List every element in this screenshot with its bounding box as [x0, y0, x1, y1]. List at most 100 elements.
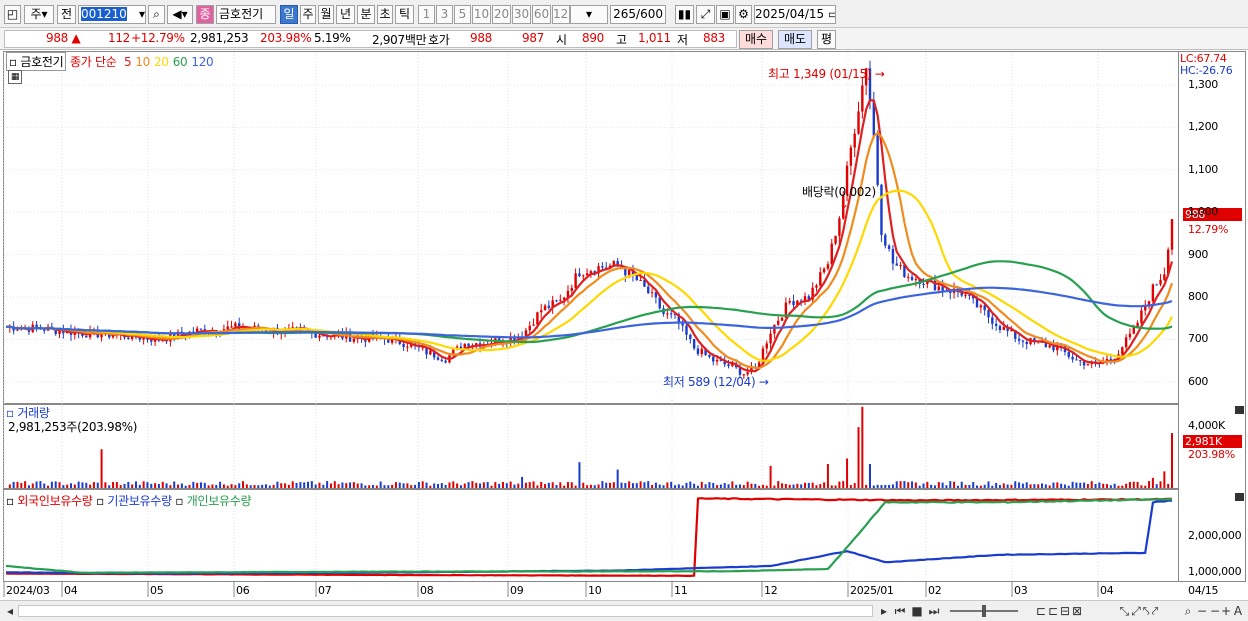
save-icon[interactable]: ▣: [716, 5, 734, 24]
volume-bar: [27, 485, 30, 488]
gear-icon[interactable]: ⚙: [735, 5, 752, 24]
date-field[interactable]: 2025/04/15 ▭: [754, 5, 836, 24]
volume-bar: [119, 485, 122, 488]
interval-dropdown[interactable]: ▾: [570, 5, 608, 24]
count-field[interactable]: 265/600: [610, 5, 666, 24]
date-value: 2025/04/15: [755, 7, 825, 21]
candle-body: [440, 359, 444, 361]
interval-2[interactable]: 5: [454, 5, 471, 24]
volume-bar: [96, 482, 99, 488]
chart-area[interactable]: ▫ 금호전기 종가 단순 5 10 20 60 120 ▦ LC:67.74 HC:-2…: [0, 51, 1248, 599]
volume-bar: [498, 483, 501, 488]
volume-bar: [284, 483, 287, 488]
stock-name-field[interactable]: 금호전기: [216, 5, 276, 24]
window-icon[interactable]: ◰: [4, 5, 21, 24]
candle-body: [1140, 310, 1143, 323]
volume-bar: [1044, 484, 1047, 488]
volume-bar: [73, 484, 76, 488]
volume-bar: [215, 484, 218, 488]
candle-body: [1025, 341, 1028, 345]
ma-period-10[interactable]: 10: [135, 55, 150, 69]
volume-bar: [838, 481, 841, 488]
x-label-4: 07: [318, 584, 332, 597]
volume-bar: [1106, 484, 1109, 488]
kind-select[interactable]: 주▾: [24, 5, 54, 24]
period-5[interactable]: 초: [377, 5, 393, 24]
volume-bar: [930, 484, 933, 488]
volume-bar: [391, 484, 394, 488]
period-0[interactable]: 일: [280, 5, 298, 24]
period-3[interactable]: 년: [336, 5, 355, 24]
interval-6[interactable]: 60: [532, 5, 551, 24]
code-input[interactable]: 001210 ▾: [78, 5, 146, 24]
period-6[interactable]: 틱: [395, 5, 414, 24]
volume-close-icon[interactable]: [1235, 406, 1244, 414]
sell-button[interactable]: 매도: [778, 30, 812, 49]
draw-icons[interactable]: ⤡⤢⤣⤤: [1100, 604, 1180, 619]
volume-bar: [1102, 483, 1105, 488]
volume-bar: [1140, 485, 1143, 488]
interval-0[interactable]: 1: [418, 5, 435, 24]
count-value: 265: [613, 7, 637, 21]
table-icon[interactable]: ▦: [8, 70, 22, 84]
interval-7[interactable]: 120: [552, 5, 570, 24]
candle-body: [1067, 352, 1070, 357]
candle-body: [1086, 364, 1090, 366]
candle-type-icon[interactable]: ▮▮: [675, 5, 694, 24]
ma-period-120[interactable]: 120: [191, 55, 213, 69]
volume-bar: [1025, 482, 1028, 488]
x-label-6: 09: [510, 584, 524, 597]
interval-1[interactable]: 3: [436, 5, 453, 24]
stock-label[interactable]: ▫ 금호전기: [6, 52, 67, 71]
volume-bar: [609, 482, 612, 488]
candle-body: [1128, 333, 1132, 338]
zoom-slider-thumb[interactable]: [982, 605, 986, 617]
volume-bar: [329, 483, 332, 488]
interval-4[interactable]: 20: [492, 5, 511, 24]
volume-bar: [459, 485, 462, 488]
flat-button[interactable]: 평: [817, 30, 836, 49]
scroll-track[interactable]: [18, 605, 873, 617]
next-page-icon[interactable]: ⏭: [927, 604, 941, 619]
layout-icons[interactable]: ⊏⊏⊟⊠: [1025, 604, 1095, 619]
prev-button[interactable]: 전: [57, 5, 76, 24]
volume-bar: [712, 482, 715, 488]
ma-legend: 종가 단순 5 10 20 60 120: [70, 53, 214, 70]
interval-5[interactable]: 30: [512, 5, 531, 24]
ma-period-60[interactable]: 60: [173, 55, 188, 69]
volume-bar: [589, 484, 592, 488]
ma-period-5[interactable]: 5: [124, 55, 132, 69]
draw-tool-icon[interactable]: ⤢: [696, 5, 715, 24]
volume-subtitle: 2,981,253주(203.98%): [8, 420, 138, 434]
search-icon[interactable]: ⌕: [148, 5, 165, 24]
prev-page-icon[interactable]: ⏮: [893, 604, 907, 619]
zoom-out-icon[interactable]: −: [1196, 604, 1208, 619]
volume-bar: [960, 481, 963, 488]
period-1[interactable]: 주: [300, 5, 316, 24]
volume-bar: [635, 483, 638, 488]
speaker-icon[interactable]: ◀▾: [167, 5, 193, 24]
volume-bar: [907, 482, 910, 488]
period-4[interactable]: 분: [357, 5, 375, 24]
font-size-icon[interactable]: A: [1232, 604, 1244, 619]
buy-button[interactable]: 매수: [739, 30, 773, 49]
minus-icon[interactable]: −: [1210, 604, 1220, 619]
volume-bar: [1090, 481, 1093, 488]
toolbar: ◰ 주▾ 전 001210 ▾ ⌕ ◀▾ 종 금호전기 ▾ 265/600 ▮▮ …: [0, 0, 1248, 28]
volume-bar: [257, 485, 260, 488]
volume-bar: [658, 484, 661, 488]
holding-close-icon[interactable]: [1235, 493, 1244, 501]
high-label: 고: [616, 33, 627, 47]
scroll-right-icon[interactable]: ▸: [878, 604, 890, 619]
interval-3[interactable]: 10: [472, 5, 491, 24]
scroll-left-icon[interactable]: ◂: [4, 604, 16, 619]
ma-period-20[interactable]: 20: [154, 55, 169, 69]
stop-icon[interactable]: ■: [910, 604, 924, 619]
volume-current-tag: 2,981K: [1183, 435, 1242, 448]
price-tick-6: 700: [1188, 332, 1209, 346]
volume-bar: [582, 482, 585, 488]
hc-value: HC:-26.76: [1180, 64, 1233, 77]
zoom-in-icon[interactable]: +: [1220, 604, 1232, 619]
zoom-search-icon[interactable]: ⌕: [1182, 604, 1194, 619]
period-2[interactable]: 월: [318, 5, 334, 24]
